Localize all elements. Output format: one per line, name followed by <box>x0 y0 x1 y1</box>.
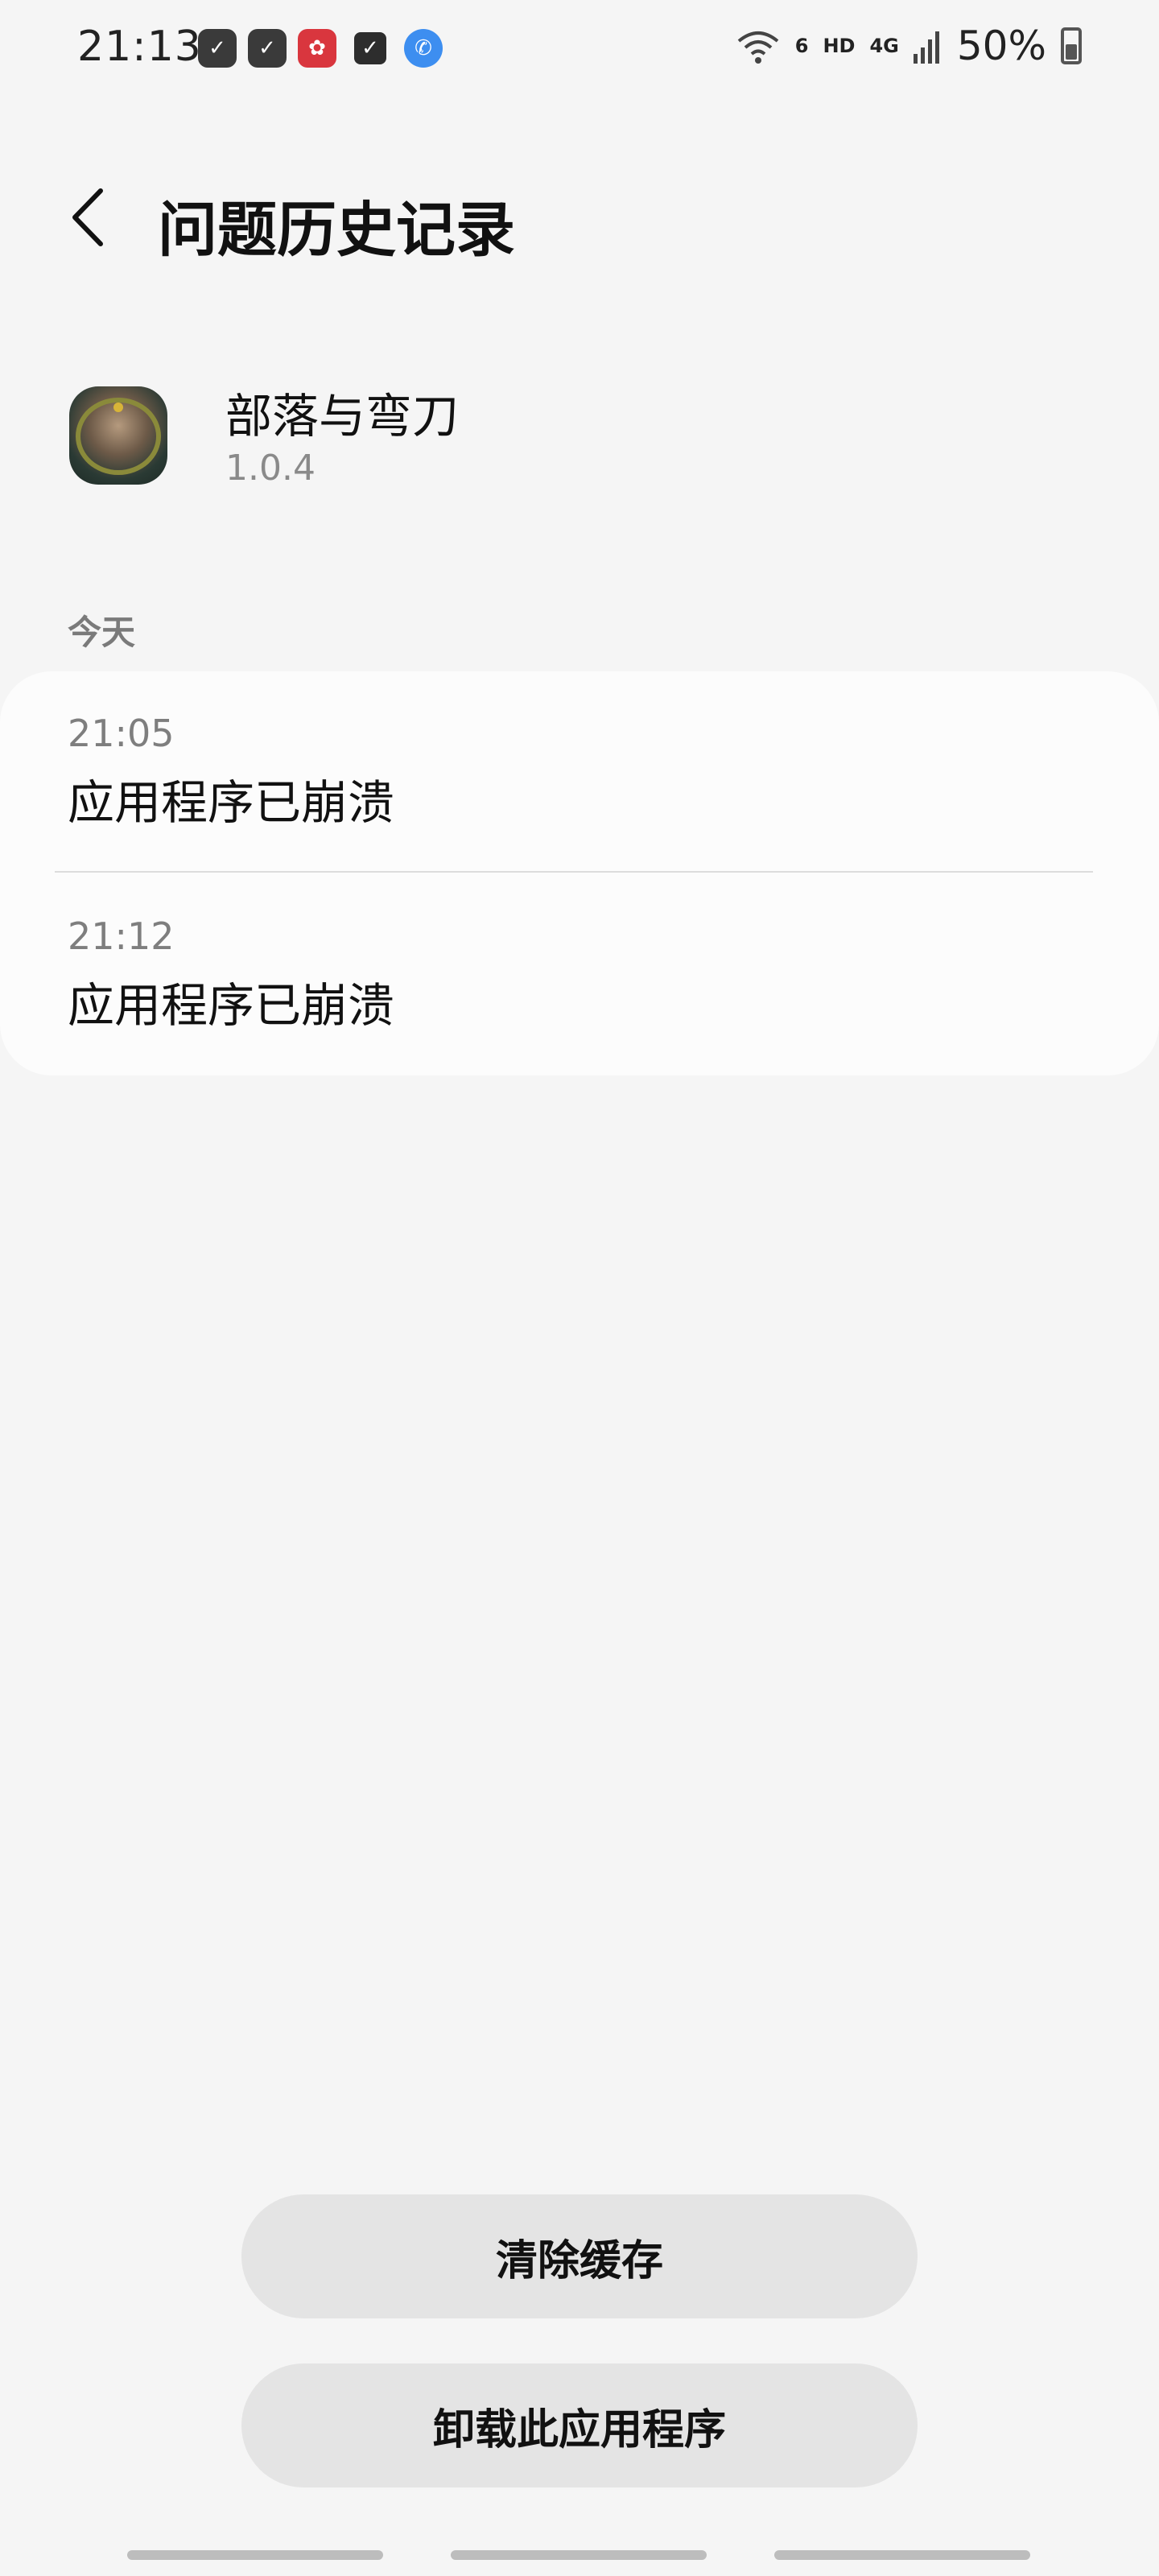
navigation-bar <box>0 2544 1159 2576</box>
crash-history-card: 21:05 应用程序已崩溃 21:12 应用程序已崩溃 <box>0 671 1159 1075</box>
wifi-generation-label: 6 <box>794 35 809 57</box>
header: 问题历史记录 <box>0 161 1159 274</box>
page-title: 问题历史记录 <box>158 196 515 265</box>
section-label-today: 今天 <box>68 613 136 652</box>
signal-icon <box>913 28 942 64</box>
crash-time: 21:12 <box>68 914 175 958</box>
task-check-icon: ✓ <box>198 29 237 68</box>
status-bar: 21:13 ✓ ✓ ✿ ✓ ✆ 6 HD 4G 50% <box>0 0 1159 97</box>
battery-icon <box>1061 27 1082 64</box>
status-time: 21:13 <box>77 23 202 71</box>
hd-label: HD <box>823 35 856 57</box>
back-button[interactable] <box>48 177 129 258</box>
notification-icons: ✓ ✓ ✿ ✓ ✆ <box>198 29 443 68</box>
crash-list-item[interactable]: 21:12 应用程序已崩溃 <box>0 874 1159 1075</box>
crash-message: 应用程序已崩溃 <box>68 978 395 1033</box>
cell-network-label: 4G <box>869 35 899 57</box>
task-check-icon: ✓ <box>248 29 287 68</box>
status-indicators: 6 HD 4G 50% <box>736 23 1082 69</box>
phone-icon: ✆ <box>404 29 443 68</box>
crash-message: 应用程序已崩溃 <box>68 775 395 830</box>
app-version: 1.0.4 <box>225 448 316 489</box>
wifi-icon <box>736 27 781 65</box>
app-info: 部落与弯刀 1.0.4 <box>0 370 1159 499</box>
nav-home-button[interactable] <box>451 2550 707 2560</box>
battery-percent: 50% <box>956 23 1046 69</box>
nav-recents-button[interactable] <box>127 2550 383 2560</box>
app-icon <box>69 386 167 485</box>
flower-app-icon: ✿ <box>298 29 336 68</box>
chevron-left-icon <box>72 188 103 246</box>
crash-list-item[interactable]: 21:05 应用程序已崩溃 <box>0 671 1159 873</box>
divider <box>55 871 1093 873</box>
nav-back-button[interactable] <box>774 2550 1030 2560</box>
checkbox-icon: ✓ <box>354 32 386 64</box>
clear-cache-button[interactable]: 清除缓存 <box>241 2194 918 2318</box>
uninstall-app-button[interactable]: 卸载此应用程序 <box>241 2363 918 2487</box>
crash-time: 21:05 <box>68 712 175 755</box>
app-name: 部落与弯刀 <box>225 389 460 444</box>
